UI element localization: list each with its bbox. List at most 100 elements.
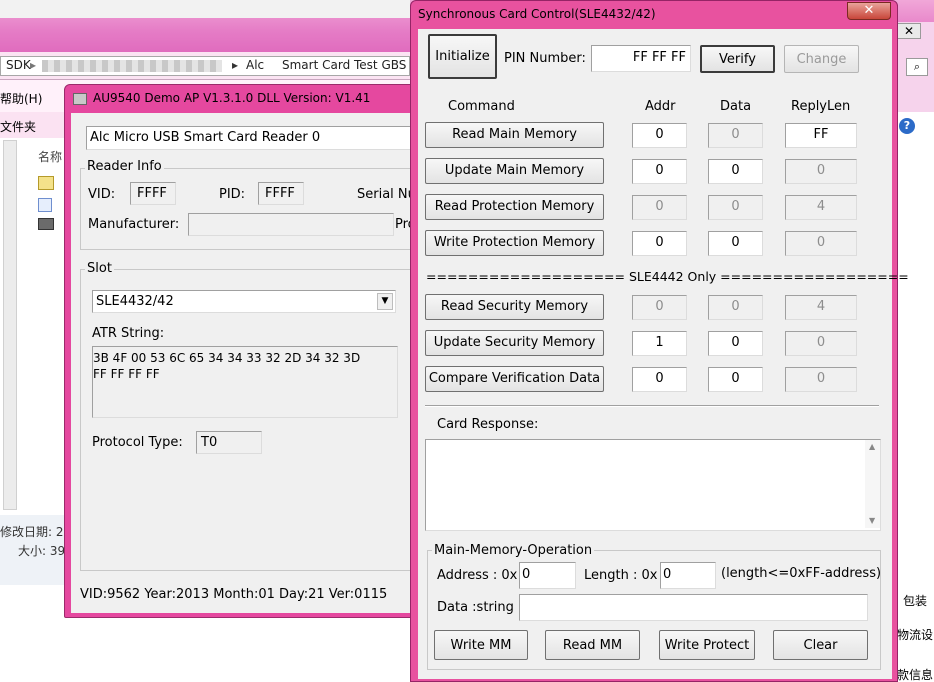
read-protection-memory-replylen: 4 [785, 195, 857, 220]
manufacturer-field [188, 213, 394, 236]
pin-number-field[interactable]: FF FF FF [591, 45, 691, 72]
atr-line-2: FF FF FF FF [93, 367, 160, 381]
blurred-breadcrumb [42, 60, 222, 72]
data-string-field[interactable] [519, 594, 868, 621]
read-protection-memory-data: 0 [708, 195, 763, 220]
write-mm-button[interactable]: Write MM [434, 630, 528, 660]
menu-help[interactable]: 帮助(H) [0, 90, 42, 107]
file-app-icon[interactable] [38, 218, 54, 230]
protocol-type-label: Protocol Type: [92, 435, 183, 450]
write-protection-memory-addr[interactable]: 0 [632, 231, 687, 256]
update-main-memory-replylen: 0 [785, 159, 857, 184]
read-mm-button[interactable]: Read MM [545, 630, 640, 660]
atr-label: ATR String: [92, 326, 165, 341]
read-main-memory-addr[interactable]: 0 [632, 123, 687, 148]
close-icon[interactable]: ✕ [897, 23, 921, 39]
read-protection-memory-button[interactable]: Read Protection Memory [425, 194, 604, 220]
details-size: 大小: 39 [18, 544, 66, 558]
breadcrumb-alc[interactable]: Alc [246, 58, 264, 72]
read-main-memory-data: 0 [708, 123, 763, 148]
reader-info-group [80, 168, 420, 250]
pin-number-label: PIN Number: [504, 51, 586, 66]
slot-select[interactable]: SLE4432/42 ▼ [92, 290, 396, 313]
length-field[interactable]: 0 [660, 562, 716, 589]
atr-line-1: 3B 4F 00 53 6C 65 34 34 33 32 2D 34 32 3… [93, 351, 361, 365]
explorer-scrollbar[interactable] [3, 140, 17, 510]
chevron-down-icon[interactable]: ▼ [377, 293, 393, 310]
update-security-memory-replylen: 0 [785, 331, 857, 356]
vid-field: FFFF [130, 182, 176, 205]
verify-button[interactable]: Verify [700, 45, 775, 73]
read-security-memory-addr: 0 [632, 295, 687, 320]
file-help-icon[interactable] [38, 176, 54, 190]
write-protection-memory-button[interactable]: Write Protection Memory [425, 230, 604, 256]
compare-verification-replylen: 0 [785, 367, 857, 392]
length-hint: (length<=0xFF-address) [721, 566, 882, 581]
help-icon[interactable]: ? [899, 118, 915, 134]
explorer-top-strip [0, 0, 410, 18]
data-header: Data [720, 99, 752, 114]
divider [425, 405, 879, 407]
right-text-1: 包装 [903, 594, 928, 608]
update-main-memory-button[interactable]: Update Main Memory [425, 158, 604, 184]
cmd-folder[interactable]: 文件夹 [0, 118, 36, 135]
file-doc-icon[interactable] [38, 198, 52, 212]
replylen-header: ReplyLen [791, 99, 851, 114]
details-modified: 修改日期: 20 [0, 525, 72, 539]
synchronous-card-control-dialog: Synchronous Card Control(SLE4432/42) ✕ I… [410, 0, 909, 682]
slot-select-value: SLE4432/42 [96, 294, 174, 309]
explorer-right-area [896, 52, 934, 682]
data-string-label: Data :string [437, 600, 514, 615]
card-response-textarea[interactable]: ▲ ▼ [425, 439, 881, 531]
scroll-up-icon[interactable]: ▲ [869, 442, 875, 451]
read-protection-memory-addr: 0 [632, 195, 687, 220]
write-protection-memory-replylen: 0 [785, 231, 857, 256]
au9540-demo-window: AU9540 Demo AP V1.3.1.0 DLL Version: V1.… [64, 84, 426, 618]
serial-label: Serial Nu [357, 187, 416, 202]
read-security-memory-button[interactable]: Read Security Memory [425, 294, 604, 320]
compare-verification-addr[interactable]: 0 [632, 367, 687, 392]
change-button[interactable]: Change [784, 45, 859, 73]
clear-button[interactable]: Clear [773, 630, 868, 660]
app-icon [73, 93, 87, 105]
manufacturer-label: Manufacturer: [88, 217, 180, 232]
pid-label: PID: [219, 187, 246, 202]
length-label: Length : 0x [584, 568, 658, 583]
read-main-memory-button[interactable]: Read Main Memory [425, 122, 604, 148]
dialog-client: Initialize PIN Number: FF FF FF Verify C… [418, 29, 909, 679]
breadcrumb-separator: ▸ [30, 58, 37, 72]
address-field[interactable]: 0 [519, 562, 576, 589]
update-security-memory-data[interactable]: 0 [708, 331, 763, 356]
compare-verification-data-button[interactable]: Compare Verification Data [425, 366, 604, 392]
read-main-memory-replylen[interactable]: FF [785, 123, 857, 148]
initialize-button[interactable]: Initialize [428, 34, 497, 79]
command-header: Command [448, 99, 515, 114]
read-security-memory-replylen: 4 [785, 295, 857, 320]
update-main-memory-addr[interactable]: 0 [632, 159, 687, 184]
breadcrumb-smart-card[interactable]: Smart Card Test GBS V [282, 58, 418, 72]
update-main-memory-data[interactable]: 0 [708, 159, 763, 184]
sle4442-only-separator: =================== SLE4442 Only =======… [426, 269, 909, 284]
close-icon: ✕ [863, 3, 875, 18]
search-icon[interactable]: ⌕ [906, 58, 928, 76]
card-response-scrollbar[interactable]: ▲ ▼ [865, 440, 880, 528]
update-security-memory-button[interactable]: Update Security Memory [425, 330, 604, 356]
slot-label: Slot [85, 261, 114, 276]
au9540-client: Alc Micro USB Smart Card Reader 0 Reader… [71, 113, 426, 613]
right-text-2: 物流设 [897, 628, 934, 642]
write-protect-button[interactable]: Write Protect [659, 630, 755, 660]
scroll-down-icon[interactable]: ▼ [869, 516, 875, 525]
read-security-memory-data: 0 [708, 295, 763, 320]
column-name-header[interactable]: 名称 [38, 148, 62, 165]
reader-name-field[interactable]: Alc Micro USB Smart Card Reader 0 [86, 126, 426, 150]
write-protection-memory-data[interactable]: 0 [708, 231, 763, 256]
card-response-label: Card Response: [437, 417, 539, 432]
update-security-memory-addr[interactable]: 1 [632, 331, 687, 356]
main-memory-operation-label: Main-Memory-Operation [432, 543, 595, 558]
breadcrumb-sdk[interactable]: SDK [6, 58, 31, 72]
reader-info-label: Reader Info [85, 159, 164, 174]
close-button[interactable]: ✕ [847, 2, 891, 20]
compare-verification-data[interactable]: 0 [708, 367, 763, 392]
vid-label: VID: [88, 187, 116, 202]
pid-field: FFFF [258, 182, 304, 205]
